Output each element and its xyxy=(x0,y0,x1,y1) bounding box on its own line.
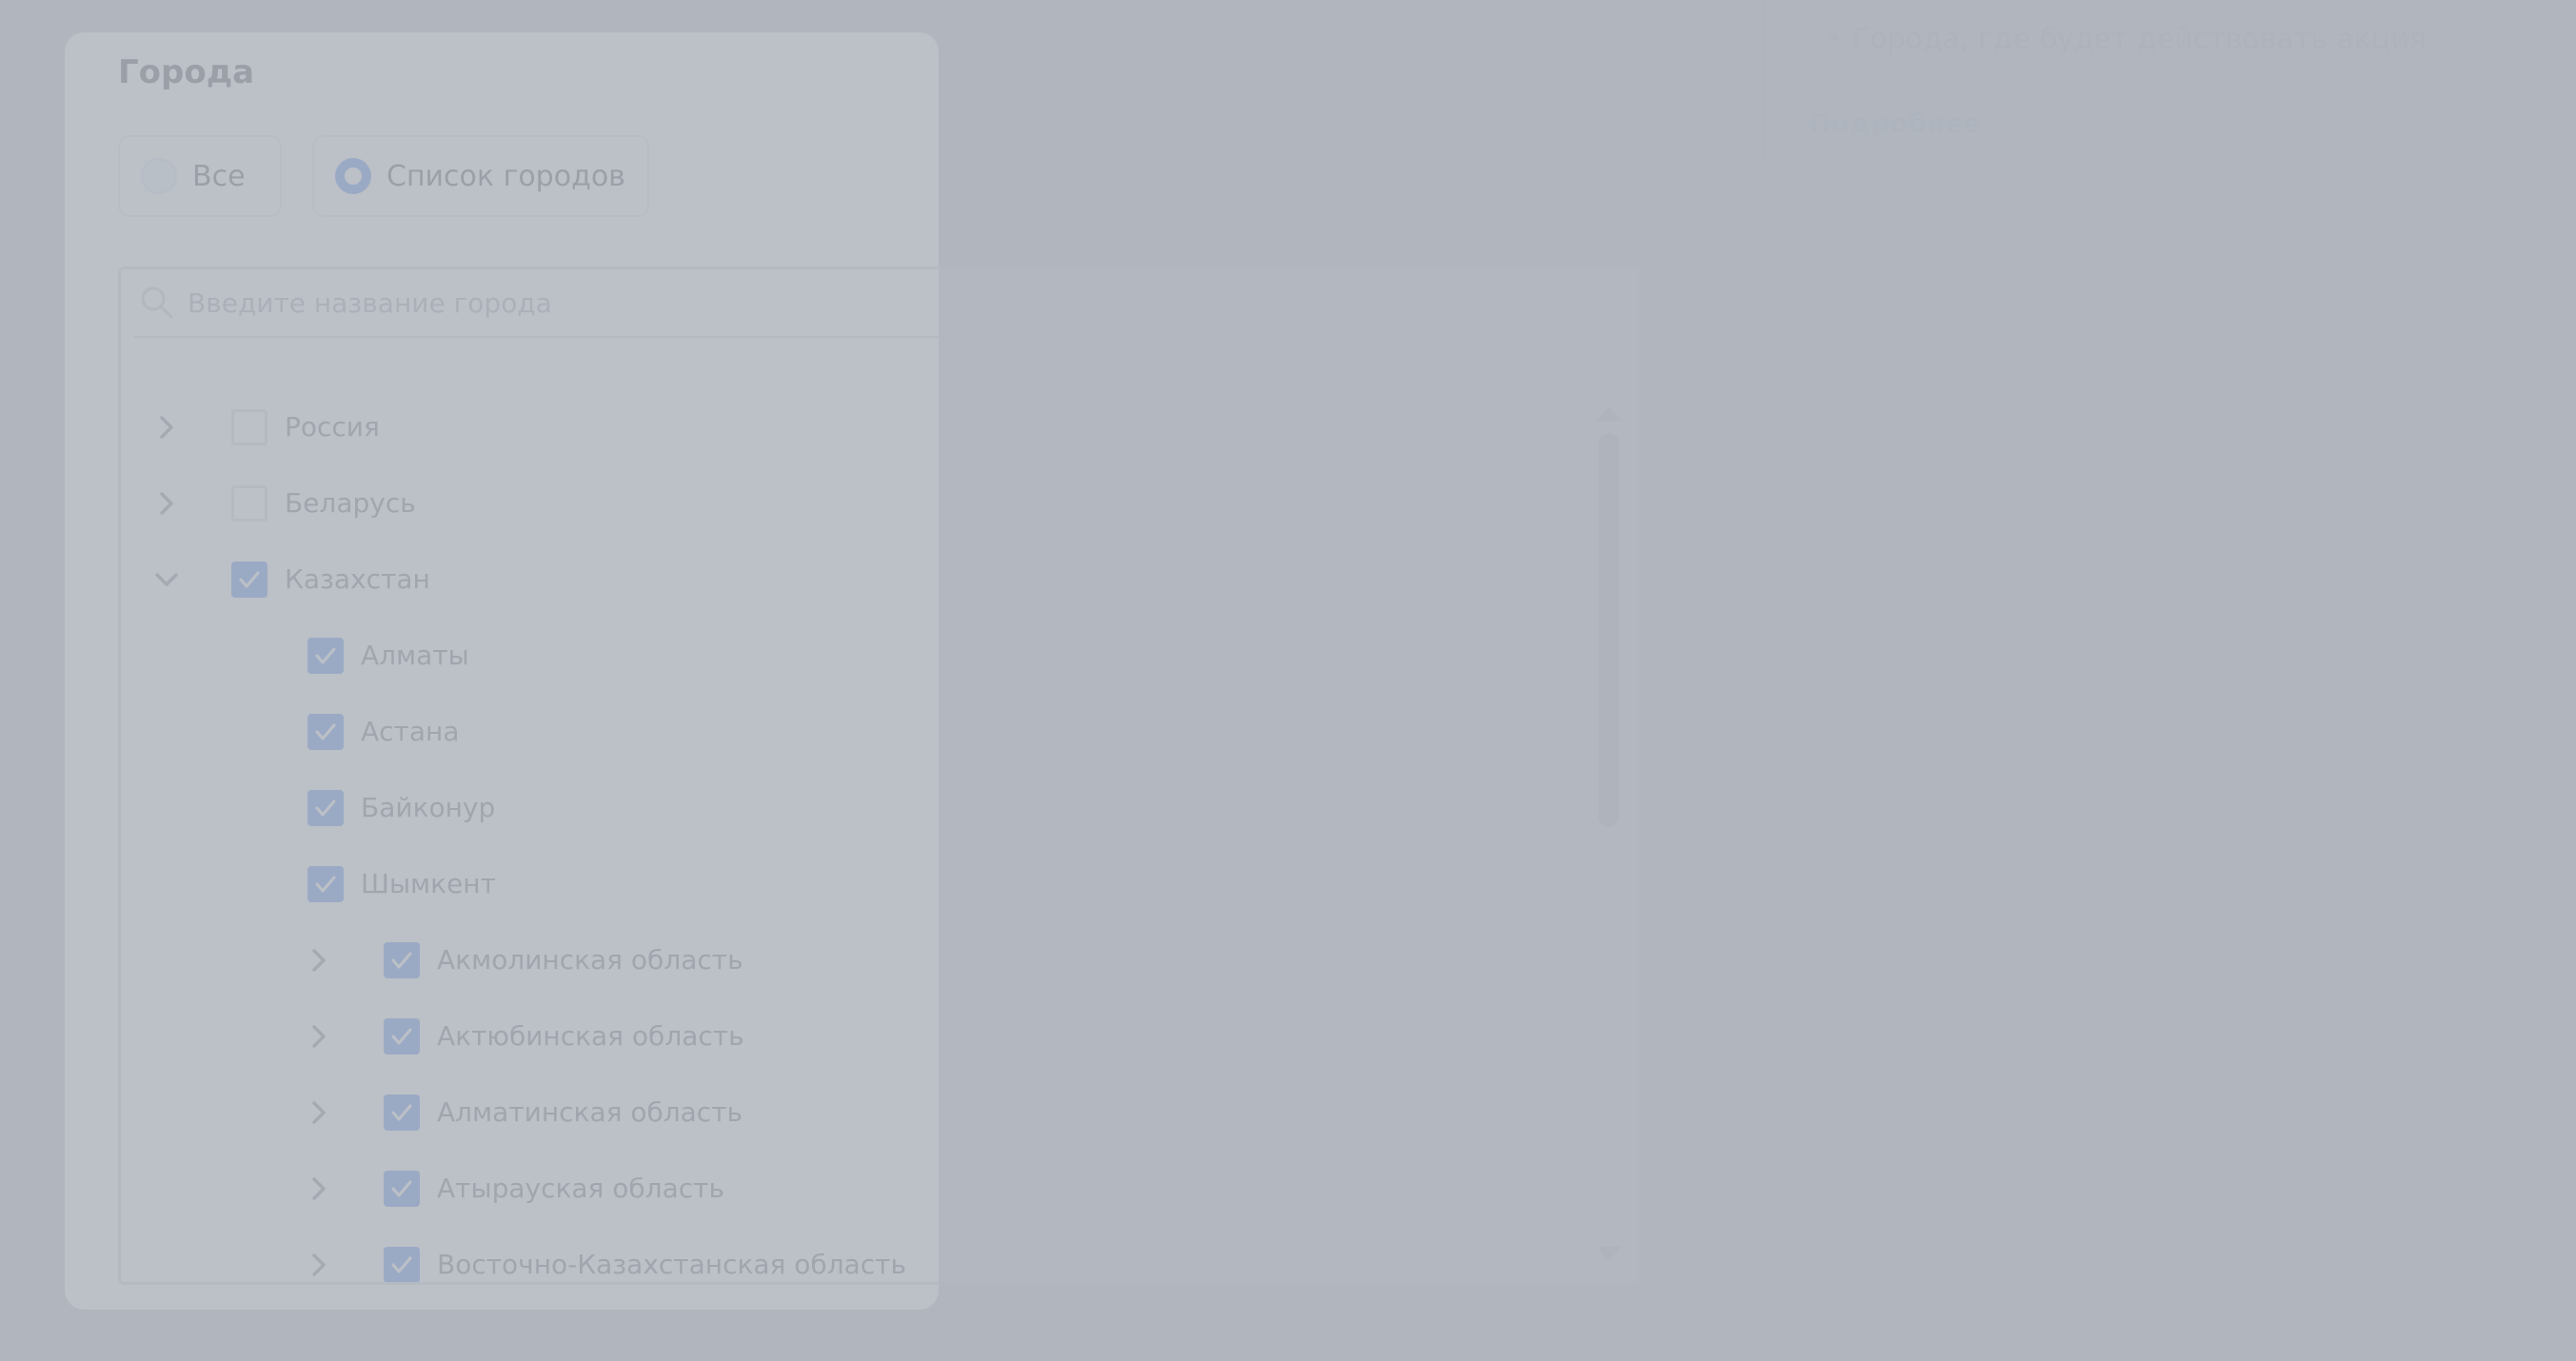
checkmark-icon xyxy=(315,799,336,817)
search-icon xyxy=(141,286,173,319)
checkmark-icon xyxy=(391,1256,412,1273)
tree-item[interactable]: Акмолинская область xyxy=(121,922,1581,998)
checkmark-icon xyxy=(391,1028,412,1045)
bullet-dot-icon: • xyxy=(1826,23,1843,56)
tree-item-checkbox[interactable] xyxy=(384,1095,420,1131)
tree-item-checkbox[interactable] xyxy=(307,866,344,902)
chevron-right-icon[interactable] xyxy=(148,408,186,446)
tree-item[interactable]: Байконур xyxy=(121,770,1581,846)
tree-item-checkbox[interactable] xyxy=(384,1171,420,1207)
tree-item-label: Алматы xyxy=(361,640,469,671)
cities-title: Города xyxy=(118,53,255,91)
checkmark-icon xyxy=(391,1180,412,1197)
city-search-row xyxy=(134,269,1625,338)
chevron-right-icon[interactable] xyxy=(300,1170,338,1208)
tree-item-checkbox[interactable] xyxy=(231,485,268,522)
tree-item-checkbox[interactable] xyxy=(384,1247,420,1282)
chevron-right-icon[interactable] xyxy=(300,1017,338,1055)
tree-item-label: Атырауская область xyxy=(437,1173,724,1204)
city-tree-list: Россия Беларусь Казахстан Алматы Астана Байко… xyxy=(121,389,1581,1282)
tree-item[interactable]: Астана xyxy=(121,694,1581,770)
chevron-right-icon[interactable] xyxy=(300,941,338,979)
tree-item-checkbox[interactable] xyxy=(307,790,344,826)
checkmark-icon xyxy=(391,952,412,969)
tree-item-label: Восточно-Казахстанская область xyxy=(437,1249,906,1280)
tree-item-label: Акмолинская область xyxy=(437,944,743,976)
tree-item-label: Россия xyxy=(285,411,380,443)
scroll-up-arrow-icon[interactable] xyxy=(1595,404,1623,424)
info-bullet-text: Города, где будет действовать акция xyxy=(1852,23,2427,56)
tree-item-checkbox[interactable] xyxy=(384,942,420,978)
tree-item[interactable]: Россия xyxy=(121,389,1581,465)
tree-item[interactable]: Атырауская область xyxy=(121,1151,1581,1227)
radio-city-list[interactable]: Список городов xyxy=(312,135,649,217)
city-tree-panel: Россия Беларусь Казахстан Алматы Астана Байко… xyxy=(118,266,1641,1285)
checkmark-icon xyxy=(315,876,336,893)
tree-item-label: Байконур xyxy=(361,792,496,823)
tree-item-checkbox[interactable] xyxy=(307,714,344,750)
chevron-down-icon[interactable] xyxy=(148,561,186,599)
tree-item[interactable]: Казахстан xyxy=(121,542,1581,618)
tree-item[interactable]: Алматинская область xyxy=(121,1075,1581,1151)
more-info-link[interactable]: Подробнее xyxy=(1809,101,1981,147)
tree-item-checkbox[interactable] xyxy=(307,638,344,674)
tree-item[interactable]: Алматы xyxy=(121,618,1581,694)
radio-all[interactable]: Все xyxy=(118,135,282,217)
info-bullet: • Города, где будет действовать акция xyxy=(1826,17,2427,63)
checkmark-icon xyxy=(315,647,336,664)
tree-item-label: Беларусь xyxy=(285,487,416,519)
chevron-right-icon[interactable] xyxy=(300,1094,338,1132)
chevron-right-icon[interactable] xyxy=(300,1246,338,1284)
tree-item[interactable]: Шымкент xyxy=(121,846,1581,922)
tree-item[interactable]: Актюбинская область xyxy=(121,998,1581,1075)
tree-item-label: Шымкент xyxy=(361,868,496,899)
radio-city-list-label: Список городов xyxy=(386,159,625,193)
tree-item-label: Казахстан xyxy=(285,563,430,595)
chevron-right-icon[interactable] xyxy=(148,484,186,523)
checkmark-icon xyxy=(239,571,260,588)
tree-item-checkbox[interactable] xyxy=(384,1018,420,1055)
tree-item-label: Астана xyxy=(361,716,460,747)
tree-item[interactable]: Восточно-Казахстанская область xyxy=(121,1227,1581,1284)
tree-item[interactable]: Беларусь xyxy=(121,465,1581,542)
radio-all-label: Все xyxy=(192,159,246,193)
scroll-down-arrow-icon[interactable] xyxy=(1595,1244,1623,1263)
radio-indicator xyxy=(141,158,177,194)
scrollbar-thumb[interactable] xyxy=(1598,433,1619,827)
tree-item-label: Актюбинская область xyxy=(437,1020,744,1052)
checkmark-icon xyxy=(391,1104,412,1121)
radio-indicator xyxy=(335,158,371,194)
tree-item-checkbox[interactable] xyxy=(231,409,268,445)
tree-item-checkbox[interactable] xyxy=(231,562,268,598)
city-search-input[interactable] xyxy=(186,286,1625,320)
tree-item-label: Алматинская область xyxy=(437,1096,743,1128)
checkmark-icon xyxy=(315,723,336,740)
